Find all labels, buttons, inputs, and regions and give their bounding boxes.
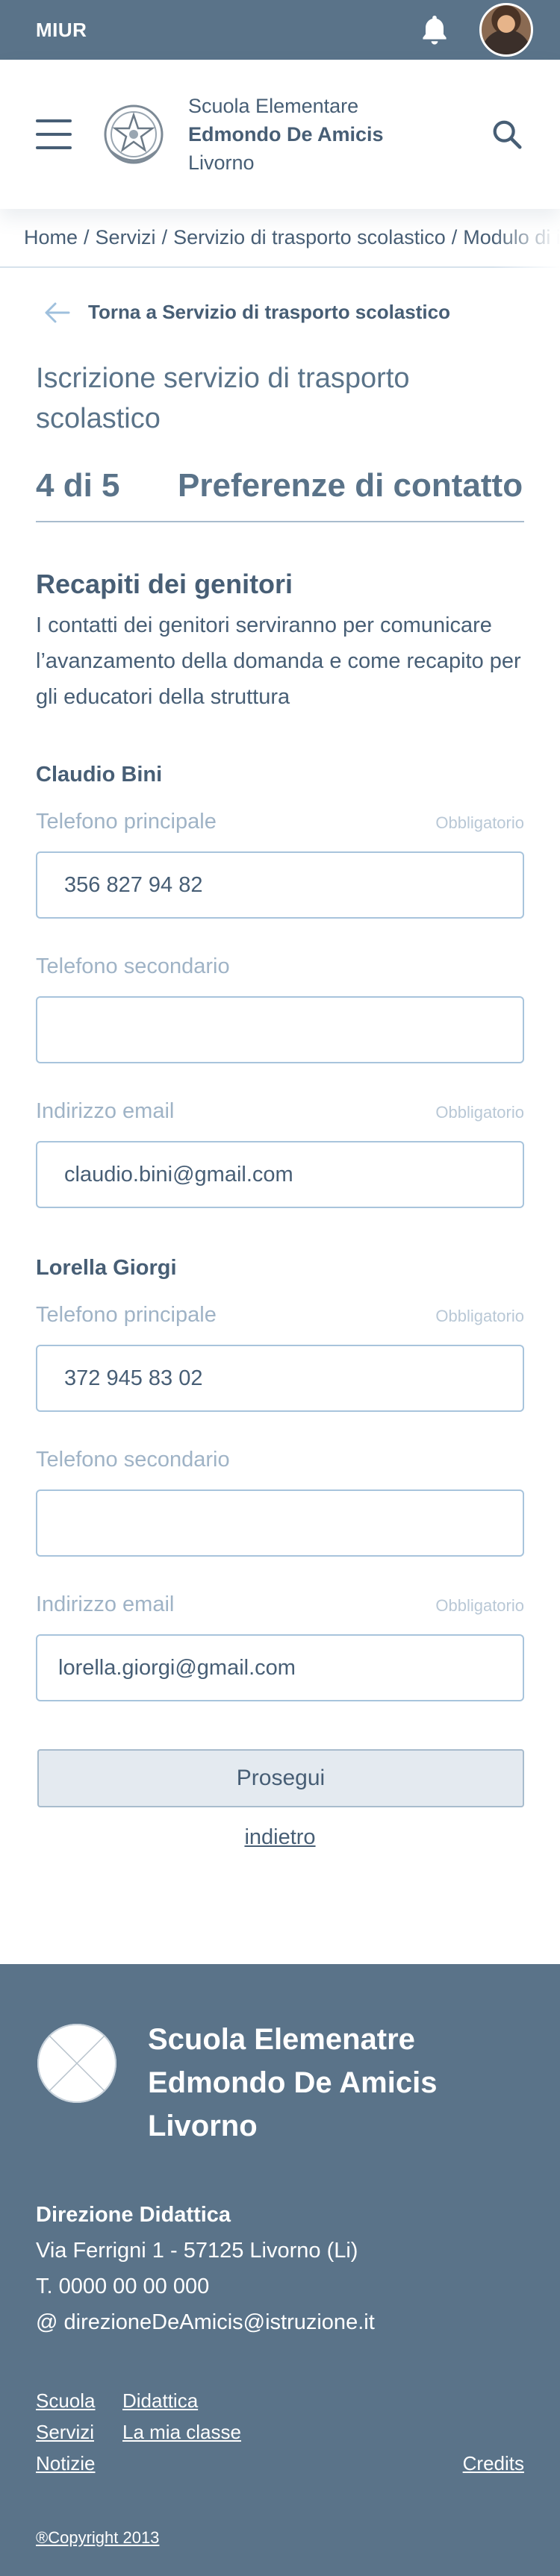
school-name-line3: Livorno bbox=[188, 151, 255, 174]
footer-name-line3: Livorno bbox=[148, 2110, 258, 2142]
email-input[interactable] bbox=[36, 1141, 524, 1208]
top-bar-actions bbox=[417, 3, 533, 57]
breadcrumb-current[interactable]: Modulo di iscrizione bbox=[463, 226, 560, 249]
parent-name: Lorella Giorgi bbox=[36, 1256, 177, 1280]
footer-link-servizi[interactable]: Servizi bbox=[36, 2416, 122, 2448]
top-bar: MIUR bbox=[0, 0, 560, 60]
phone-primary-input[interactable] bbox=[36, 1345, 524, 1412]
emblem-logo[interactable] bbox=[102, 99, 166, 170]
phone-secondary-input[interactable] bbox=[36, 1489, 524, 1557]
breadcrumb-servizi[interactable]: Servizi bbox=[96, 226, 156, 249]
contact-phone: T. 0000 00 00 000 bbox=[36, 2275, 210, 2298]
email-field: Indirizzo email Obbligatorio bbox=[36, 1099, 524, 1208]
back-to-service-link[interactable]: Torna a Servizio di trasporto scolastico bbox=[43, 301, 560, 324]
footer-link-scuola[interactable]: Scuola bbox=[36, 2385, 122, 2416]
school-name[interactable]: Scuola Elementare Edmondo De Amicis Livo… bbox=[188, 92, 384, 177]
phone-primary-label: Telefono principale bbox=[36, 1303, 217, 1327]
arrow-left-icon bbox=[45, 302, 70, 322]
copyright-link[interactable]: ®Copyright 2013 bbox=[36, 2528, 159, 2548]
footer-school-name: Scuola Elemenatre Edmondo De Amicis Livo… bbox=[148, 2018, 437, 2148]
phone-secondary-label: Telefono secondario bbox=[36, 954, 230, 978]
continue-button[interactable]: Prosegui bbox=[37, 1749, 524, 1807]
breadcrumb-separator: / bbox=[161, 226, 168, 248]
parent-name: Claudio Bini bbox=[36, 763, 163, 787]
contact-address: Via Ferrigni 1 - 57125 Livorno (Li) bbox=[36, 2239, 358, 2263]
footer-contact: Direzione Didattica Via Ferrigni 1 - 571… bbox=[36, 2197, 524, 2340]
email-label: Indirizzo email bbox=[36, 1099, 175, 1123]
email-field: Indirizzo email Obbligatorio bbox=[36, 1592, 524, 1701]
breadcrumb-trasporto[interactable]: Servizio di trasporto scolastico bbox=[173, 226, 446, 249]
required-tag: Obbligatorio bbox=[435, 1103, 524, 1122]
footer-name-line1: Scuola Elemenatre bbox=[148, 2023, 415, 2056]
contact-title: Direzione Didattica bbox=[36, 2203, 231, 2227]
step-indicator: 4 di 5 Preferenze di contatto bbox=[36, 467, 524, 522]
breadcrumb-separator: / bbox=[84, 226, 90, 248]
phone-primary-input[interactable] bbox=[36, 851, 524, 919]
footer-brand: Scuola Elemenatre Edmondo De Amicis Livo… bbox=[36, 2022, 524, 2148]
section-description: I contatti dei genitori serviranno per c… bbox=[36, 613, 521, 709]
back-link-label: Torna a Servizio di trasporto scolastico bbox=[88, 301, 450, 323]
breadcrumb: Home / Servizi / Servizio di trasporto s… bbox=[0, 209, 560, 268]
footer-name-line2: Edmondo De Amicis bbox=[148, 2066, 438, 2099]
breadcrumb-separator: / bbox=[451, 226, 458, 248]
section-title: Recapiti dei genitori bbox=[36, 569, 293, 599]
footer-links: Scuola Didattica Servizi La mia classe N… bbox=[36, 2385, 524, 2479]
logo-placeholder-icon[interactable] bbox=[36, 2022, 118, 2104]
page-title: Iscrizione servizio di trasporto scolast… bbox=[36, 363, 410, 434]
phone-secondary-label: Telefono secondario bbox=[36, 1448, 230, 1472]
required-tag: Obbligatorio bbox=[435, 1307, 524, 1325]
school-name-line2: Edmondo De Amicis bbox=[188, 123, 384, 146]
site-footer: Scuola Elemenatre Edmondo De Amicis Livo… bbox=[0, 1964, 560, 2576]
footer-link-mia-classe[interactable]: La mia classe bbox=[122, 2416, 241, 2448]
phone-primary-label: Telefono principale bbox=[36, 810, 217, 834]
email-input[interactable] bbox=[36, 1634, 524, 1701]
required-tag: Obbligatorio bbox=[435, 813, 524, 832]
step-count: 4 di 5 bbox=[36, 467, 120, 504]
email-label: Indirizzo email bbox=[36, 1592, 175, 1616]
phone-primary-field: Telefono principale Obbligatorio bbox=[36, 810, 524, 919]
menu-icon[interactable] bbox=[36, 119, 72, 149]
school-name-line1: Scuola Elementare bbox=[188, 95, 359, 117]
phone-secondary-input[interactable] bbox=[36, 996, 524, 1063]
breadcrumb-home[interactable]: Home bbox=[24, 226, 78, 249]
bell-icon[interactable] bbox=[417, 12, 452, 48]
required-tag: Obbligatorio bbox=[435, 1596, 524, 1615]
back-button[interactable]: indietro bbox=[235, 1825, 325, 1850]
site-header: Scuola Elementare Edmondo De Amicis Livo… bbox=[0, 60, 560, 209]
org-label[interactable]: MIUR bbox=[36, 19, 87, 42]
footer-link-credits[interactable]: Credits bbox=[463, 2448, 524, 2479]
search-icon[interactable] bbox=[490, 117, 524, 151]
phone-secondary-field: Telefono secondario bbox=[36, 1448, 524, 1557]
user-avatar[interactable] bbox=[479, 3, 533, 57]
footer-link-notizie[interactable]: Notizie bbox=[36, 2448, 122, 2479]
step-title: Preferenze di contatto bbox=[178, 467, 523, 504]
contact-email: @ direzioneDeAmicis@istruzione.it bbox=[36, 2310, 375, 2334]
phone-secondary-field: Telefono secondario bbox=[36, 954, 524, 1063]
footer-link-didattica[interactable]: Didattica bbox=[122, 2385, 198, 2416]
phone-primary-field: Telefono principale Obbligatorio bbox=[36, 1303, 524, 1412]
